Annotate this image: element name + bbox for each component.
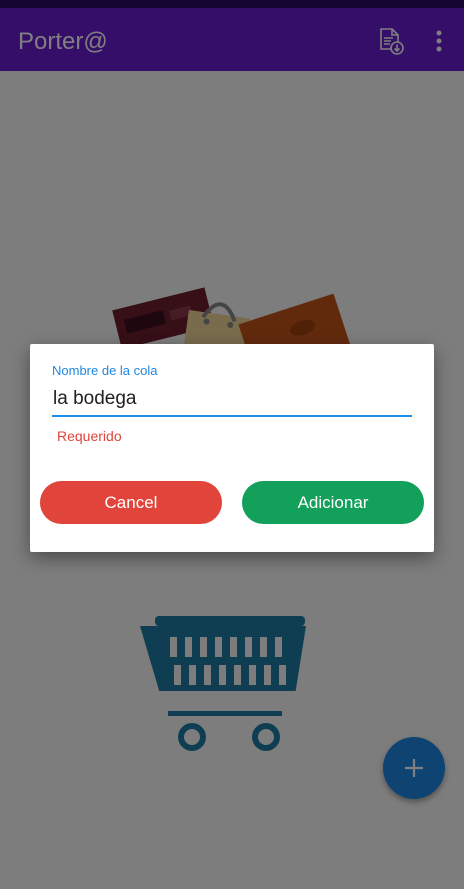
queue-name-label: Nombre de la cola: [52, 363, 158, 378]
cancel-button[interactable]: Cancel: [40, 481, 222, 524]
queue-name-input[interactable]: [52, 386, 412, 417]
add-button[interactable]: Adicionar: [242, 481, 424, 524]
required-error-text: Requerido: [57, 428, 122, 444]
add-queue-dialog: Nombre de la cola Requerido Cancel Adici…: [30, 344, 434, 552]
